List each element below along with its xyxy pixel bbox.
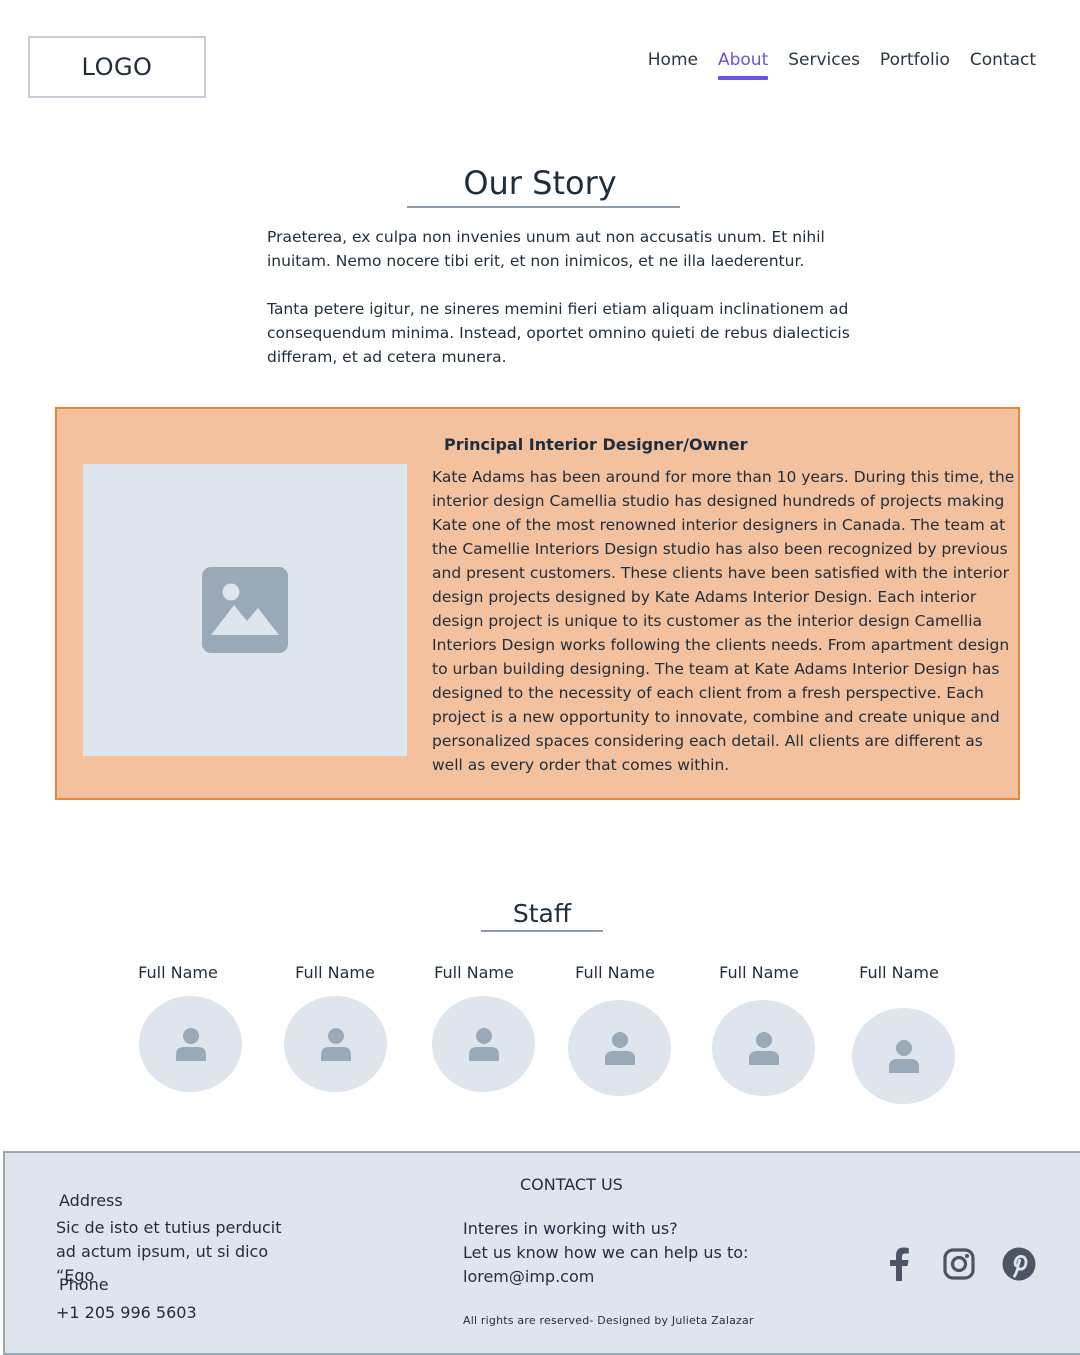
main-nav: Home About Services Portfolio Contact	[648, 50, 1036, 80]
staff-name: Full Name	[575, 963, 655, 982]
facebook-icon[interactable]	[883, 1246, 915, 1282]
logo-text: LOGO	[81, 53, 153, 81]
nav-contact[interactable]: Contact	[970, 50, 1036, 80]
story-title: Our Story	[463, 164, 617, 202]
contact-email[interactable]: lorem@imp.com	[463, 1265, 594, 1289]
contact-line: Let us know how we can help us to:	[463, 1243, 749, 1262]
staff-name: Full Name	[719, 963, 799, 982]
nav-home[interactable]: Home	[648, 50, 698, 80]
staff-avatar[interactable]	[139, 996, 242, 1092]
staff-name: Full Name	[138, 963, 218, 982]
phone-number[interactable]: +1 205 996 5603	[56, 1303, 197, 1322]
staff-avatar[interactable]	[568, 1000, 671, 1096]
staff-avatar[interactable]	[852, 1008, 955, 1104]
nav-about[interactable]: About	[717, 50, 769, 80]
pinterest-icon[interactable]	[1001, 1246, 1037, 1282]
story-paragraph: Tanta petere igitur, ne sineres memini f…	[267, 300, 850, 366]
address-label: Address	[59, 1191, 123, 1210]
staff-avatar[interactable]	[284, 996, 387, 1092]
instagram-icon[interactable]	[941, 1246, 977, 1282]
staff-avatar[interactable]	[432, 996, 535, 1092]
user-icon	[468, 1028, 499, 1061]
user-icon	[320, 1028, 351, 1061]
principal-heading: Principal Interior Designer/Owner	[444, 435, 748, 454]
copyright: All rights are reserved- Designed by Jul…	[463, 1314, 754, 1327]
staff-title: Staff	[512, 899, 572, 928]
principal-image	[83, 464, 407, 756]
user-icon	[748, 1032, 779, 1065]
staff-name: Full Name	[859, 963, 939, 982]
nav-portfolio[interactable]: Portfolio	[880, 50, 950, 80]
nav-services[interactable]: Services	[788, 50, 860, 80]
principal-bio: Kate Adams has been around for more than…	[432, 468, 1015, 774]
logo[interactable]: LOGO	[28, 36, 206, 98]
story-paragraph: Praeterea, ex culpa non invenies unum au…	[267, 228, 825, 270]
story-text: Praeterea, ex culpa non invenies unum au…	[267, 225, 867, 393]
contact-line: Interes in working with us?	[463, 1219, 678, 1238]
image-placeholder-icon	[202, 567, 288, 653]
contact-title: CONTACT US	[520, 1175, 623, 1194]
user-icon	[175, 1028, 206, 1061]
user-icon	[604, 1032, 635, 1065]
story-title-underline	[407, 206, 680, 208]
staff-name: Full Name	[434, 963, 514, 982]
staff-avatar[interactable]	[712, 1000, 815, 1096]
user-icon	[888, 1040, 919, 1073]
phone-label: Phone	[59, 1275, 109, 1294]
staff-title-underline	[481, 930, 603, 932]
staff-name: Full Name	[295, 963, 375, 982]
